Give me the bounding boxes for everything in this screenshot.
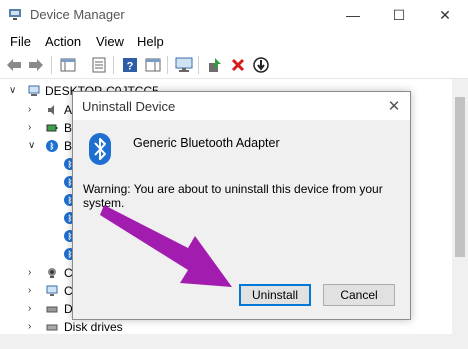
back-button[interactable]	[4, 55, 24, 75]
dialog-body: Generic Bluetooth Adapter Warning: You a…	[73, 120, 410, 319]
camera-icon	[48, 268, 56, 278]
toolbar: ?	[0, 52, 468, 79]
disable-device-button[interactable]	[251, 55, 271, 75]
dialog-close-button[interactable]: ✕	[383, 96, 405, 116]
maximize-button[interactable]: ☐	[376, 0, 422, 30]
action-pane-icon	[145, 58, 161, 72]
chevron-down-icon[interactable]: ∨	[28, 140, 38, 151]
warning-message: Warning: You are about to uninstall this…	[83, 182, 383, 210]
toolbar-separator	[51, 56, 52, 74]
svg-text:?: ?	[127, 61, 134, 73]
menu-view[interactable]: View	[96, 34, 124, 49]
properties-button[interactable]	[89, 55, 109, 75]
forward-button[interactable]	[26, 55, 46, 75]
menu-bar: File Action View Help	[0, 31, 468, 51]
monitor-icon	[46, 285, 58, 296]
tree-item-label: B	[64, 121, 73, 135]
vertical-scrollbar[interactable]	[452, 79, 468, 334]
chevron-right-icon[interactable]: ›	[28, 122, 38, 133]
update-driver-icon	[209, 58, 221, 72]
disk-drive-icon	[46, 324, 58, 331]
scan-hardware-button[interactable]	[174, 55, 194, 75]
toolbar-separator	[198, 56, 199, 74]
uninstall-icon	[231, 58, 245, 72]
disable-icon	[253, 57, 269, 73]
chevron-right-icon[interactable]: ›	[28, 303, 38, 314]
chevron-down-icon[interactable]: ∨	[9, 85, 19, 96]
chevron-right-icon[interactable]: ›	[28, 321, 38, 332]
window-title: Device Manager	[30, 7, 125, 22]
bluetooth-icon	[89, 133, 111, 165]
uninstall-button[interactable]	[228, 55, 248, 75]
show-hide-tree-button[interactable]	[58, 55, 78, 75]
title-bar: Device Manager — ☐ ✕	[0, 0, 468, 30]
chevron-right-icon[interactable]: ›	[28, 267, 38, 278]
dialog-title: Uninstall Device	[82, 99, 176, 114]
console-tree-icon	[60, 58, 76, 72]
toolbar-separator	[167, 56, 168, 74]
tree-item-label: A	[64, 103, 73, 117]
bluetooth-icon: ᛒ	[46, 140, 58, 152]
chevron-right-icon[interactable]: ›	[28, 104, 38, 115]
device-manager-icon	[9, 9, 21, 20]
cancel-button[interactable]: Cancel	[323, 284, 395, 306]
close-button[interactable]: ✕	[422, 0, 468, 30]
scrollbar-thumb[interactable]	[455, 97, 465, 257]
toolbar-separator	[113, 56, 114, 74]
tree-item-label: B	[64, 139, 73, 153]
drive-icon	[46, 306, 58, 313]
dialog-title-bar: Uninstall Device ✕	[73, 92, 410, 120]
menu-file[interactable]: File	[10, 34, 31, 49]
minimize-button[interactable]: —	[330, 0, 376, 30]
update-driver-button[interactable]	[205, 55, 225, 75]
audio-icon	[48, 105, 54, 115]
chevron-right-icon[interactable]: ›	[28, 285, 38, 296]
menu-help[interactable]: Help	[137, 34, 164, 49]
properties-icon	[92, 57, 106, 73]
action-pane-button[interactable]	[143, 55, 163, 75]
forward-arrow-icon	[29, 59, 43, 71]
computer-icon	[28, 85, 40, 96]
back-arrow-icon	[7, 59, 21, 71]
uninstall-confirm-button[interactable]: Uninstall	[239, 284, 311, 306]
uninstall-device-dialog: Uninstall Device ✕ Generic Bluetooth Ada…	[72, 91, 411, 320]
device-name: Generic Bluetooth Adapter	[133, 136, 280, 150]
menu-action[interactable]: Action	[45, 34, 81, 49]
monitor-icon	[175, 57, 193, 72]
help-icon: ?	[123, 58, 137, 73]
help-button[interactable]: ?	[120, 55, 140, 75]
battery-icon	[46, 124, 58, 132]
tree-item-label: Disk drives	[64, 320, 123, 334]
horizontal-scrollbar[interactable]	[0, 334, 468, 349]
